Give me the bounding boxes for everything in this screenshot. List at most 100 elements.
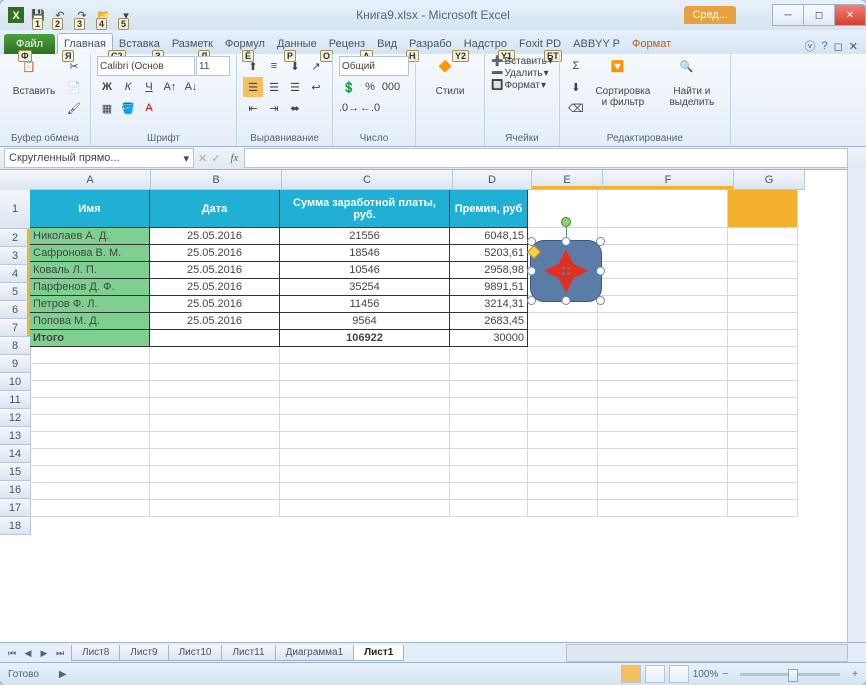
- row-header-18[interactable]: 18: [0, 517, 31, 535]
- cell[interactable]: [728, 313, 798, 330]
- cell[interactable]: [280, 347, 450, 364]
- format-cells-button[interactable]: 🔲 Формат ▾: [491, 80, 546, 91]
- cell[interactable]: 25.05.2016: [150, 279, 280, 296]
- cell[interactable]: [280, 449, 450, 466]
- sheet-first-icon[interactable]: ⏮: [4, 645, 20, 661]
- cell[interactable]: [728, 415, 798, 432]
- page-layout-view-icon[interactable]: [645, 665, 665, 683]
- help-icon[interactable]: ?: [822, 40, 828, 52]
- copy-icon[interactable]: 📄: [64, 77, 84, 97]
- cell[interactable]: [30, 415, 150, 432]
- cell[interactable]: Премия, руб: [450, 190, 528, 228]
- enter-icon[interactable]: ✓: [211, 152, 220, 165]
- row-header-8[interactable]: 8: [0, 337, 31, 355]
- cell[interactable]: 21556: [280, 228, 450, 245]
- col-header-B[interactable]: B: [151, 170, 282, 190]
- cell[interactable]: 6048,15: [450, 228, 528, 245]
- cell[interactable]: [598, 398, 728, 415]
- cut-icon[interactable]: ✂: [64, 56, 84, 76]
- cell[interactable]: 5203,61: [450, 245, 528, 262]
- cell[interactable]: 2958,98: [450, 262, 528, 279]
- cell[interactable]: 9891,51: [450, 279, 528, 296]
- cell[interactable]: Сафронова В. М.: [30, 245, 150, 262]
- zoom-out-icon[interactable]: −: [722, 669, 728, 680]
- format-painter-icon[interactable]: 🖌: [64, 98, 84, 118]
- zoom-thumb[interactable]: [788, 669, 798, 682]
- resize-handle-nw[interactable]: [527, 237, 536, 246]
- zoom-in-icon[interactable]: +: [852, 669, 858, 680]
- sheet-tab[interactable]: Диаграмма1: [275, 645, 355, 661]
- cell[interactable]: [728, 347, 798, 364]
- cell[interactable]: [30, 398, 150, 415]
- cell[interactable]: [30, 466, 150, 483]
- row-header-16[interactable]: 16: [0, 481, 31, 499]
- delete-cells-button[interactable]: ➖ Удалить ▾: [491, 68, 549, 79]
- cell[interactable]: [450, 381, 528, 398]
- cell[interactable]: [598, 364, 728, 381]
- close-button[interactable]: ✕: [834, 4, 866, 26]
- resize-handle-ne[interactable]: [596, 237, 605, 246]
- row-header-10[interactable]: 10: [0, 373, 31, 391]
- tab-layout[interactable]: Разметк: [166, 34, 219, 54]
- fx-icon[interactable]: fx: [230, 152, 238, 164]
- cell[interactable]: 35254: [280, 279, 450, 296]
- macro-icon[interactable]: ▶: [59, 669, 67, 680]
- zoom-slider[interactable]: [740, 673, 840, 676]
- cell[interactable]: [30, 381, 150, 398]
- cell[interactable]: [450, 449, 528, 466]
- wrap-text-icon[interactable]: ↩: [306, 77, 326, 97]
- cell[interactable]: [528, 483, 598, 500]
- worksheet-grid[interactable]: ABCDEFG 123456789101112131415161718 ИмяД…: [0, 170, 866, 646]
- cancel-icon[interactable]: ✕: [198, 152, 207, 165]
- styles-button[interactable]: 🔶 Стили: [422, 56, 478, 101]
- cell[interactable]: [528, 500, 598, 517]
- cell[interactable]: [598, 296, 728, 313]
- increase-decimal-icon[interactable]: .0→: [339, 98, 359, 118]
- col-header-F[interactable]: F: [603, 170, 734, 190]
- cell[interactable]: [528, 347, 598, 364]
- cell[interactable]: [598, 432, 728, 449]
- cell[interactable]: Парфенов Д. Ф.: [30, 279, 150, 296]
- cell[interactable]: [728, 432, 798, 449]
- currency-icon[interactable]: 💲: [339, 77, 359, 97]
- cell[interactable]: [528, 364, 598, 381]
- close-workbook-icon[interactable]: ✕: [849, 40, 858, 53]
- insert-cells-button[interactable]: ➕ Вставить ▾: [491, 56, 553, 67]
- resize-handle-se[interactable]: [596, 296, 605, 305]
- cell[interactable]: [728, 466, 798, 483]
- cell[interactable]: [528, 330, 598, 347]
- tab-abbyy[interactable]: ABBYY P: [567, 34, 626, 54]
- cell[interactable]: 10546: [280, 262, 450, 279]
- cell[interactable]: [598, 381, 728, 398]
- cell[interactable]: 11456: [280, 296, 450, 313]
- cell[interactable]: 18546: [280, 245, 450, 262]
- restore-workbook-icon[interactable]: ◻: [834, 40, 843, 53]
- vertical-scrollbar[interactable]: [847, 168, 866, 644]
- align-top-icon[interactable]: ⬆: [243, 56, 263, 76]
- row-header-15[interactable]: 15: [0, 463, 31, 481]
- percent-icon[interactable]: %: [360, 77, 380, 97]
- resize-handle-e[interactable]: [596, 267, 605, 276]
- autosum-icon[interactable]: Σ: [566, 56, 586, 76]
- merge-icon[interactable]: ⬌: [285, 98, 305, 118]
- cell[interactable]: [150, 415, 280, 432]
- sheet-next-icon[interactable]: ▶: [36, 645, 52, 661]
- row-header-6[interactable]: 6: [0, 301, 31, 319]
- cell[interactable]: [450, 364, 528, 381]
- align-right-icon[interactable]: ☰: [285, 77, 305, 97]
- cell[interactable]: 25.05.2016: [150, 245, 280, 262]
- cell[interactable]: [30, 483, 150, 500]
- cell[interactable]: 25.05.2016: [150, 313, 280, 330]
- cell[interactable]: [280, 415, 450, 432]
- cell[interactable]: 106922: [280, 330, 450, 347]
- col-header-C[interactable]: C: [282, 170, 453, 190]
- cell[interactable]: Итого: [30, 330, 150, 347]
- cell[interactable]: [280, 432, 450, 449]
- align-middle-icon[interactable]: ≡: [264, 56, 284, 76]
- cell[interactable]: [598, 415, 728, 432]
- cell[interactable]: [598, 262, 728, 279]
- cell[interactable]: [450, 466, 528, 483]
- cell[interactable]: [450, 432, 528, 449]
- cell[interactable]: Петров Ф. Л.: [30, 296, 150, 313]
- row-header-13[interactable]: 13: [0, 427, 31, 445]
